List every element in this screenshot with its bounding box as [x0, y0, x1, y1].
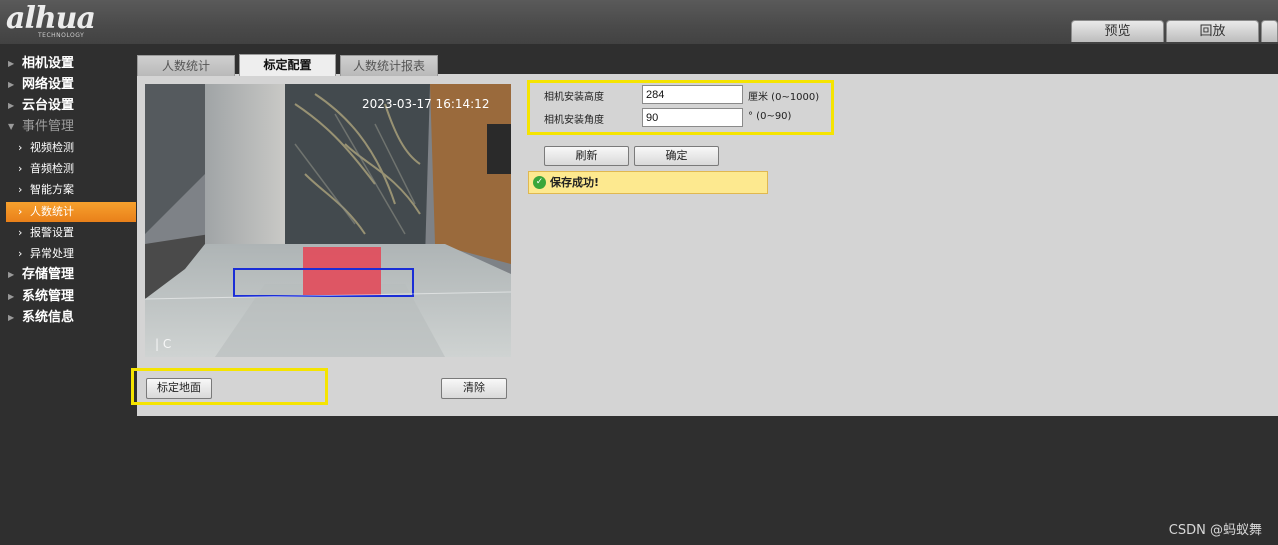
- calibrate-ground-button[interactable]: 标定地面: [146, 378, 212, 399]
- svg-text:| C: | C: [155, 337, 171, 351]
- camera-scene-image: 2023-03-17 16:14:12 | C: [145, 84, 511, 357]
- sidebar-item-exception-handling[interactable]: › 异常处理: [0, 244, 137, 264]
- triangle-right-icon: ▶: [8, 80, 15, 89]
- sidebar-item-alarm-settings[interactable]: › 报警设置: [0, 223, 137, 243]
- sidebar-item-label: 智能方案: [30, 183, 74, 196]
- tab-playback[interactable]: 回放: [1166, 20, 1259, 42]
- triangle-down-icon: ▼: [8, 122, 15, 131]
- angle-unit: ° (0~90): [748, 111, 792, 122]
- sidebar-item-label: 异常处理: [30, 247, 74, 260]
- sidebar-item-event-management[interactable]: ▼ 事件管理: [0, 117, 137, 137]
- refresh-button[interactable]: 刷新: [544, 146, 629, 166]
- sidebar-item-label: 人数统计: [30, 205, 74, 218]
- angle-label: 相机安装角度: [544, 115, 604, 126]
- sidebar-item-system-management[interactable]: ▶ 系统管理: [0, 287, 137, 307]
- sidebar-item-label: 云台设置: [22, 98, 75, 113]
- sidebar-item-label: 系统管理: [22, 289, 75, 304]
- angle-input[interactable]: [642, 108, 743, 127]
- chevron-right-icon: ›: [18, 247, 23, 260]
- triangle-right-icon: ▶: [8, 270, 15, 279]
- watermark: CSDN @蚂蚁舞: [1168, 523, 1262, 538]
- video-preview[interactable]: 2023-03-17 16:14:12 | C: [145, 84, 511, 357]
- sidebar-item-camera-settings[interactable]: ▶ 相机设置: [0, 54, 137, 74]
- triangle-right-icon: ▶: [8, 101, 15, 110]
- height-input[interactable]: [642, 85, 743, 104]
- checkmark-icon: ✓: [533, 176, 546, 189]
- clear-button[interactable]: 清除: [441, 378, 507, 399]
- sidebar-item-label: 事件管理: [22, 119, 75, 134]
- sidebar-item-network-settings[interactable]: ▶ 网络设置: [0, 75, 137, 95]
- triangle-right-icon: ▶: [8, 59, 15, 68]
- tab-people-counting-report[interactable]: 人数统计报表: [340, 55, 438, 76]
- chevron-right-icon: ›: [18, 205, 23, 218]
- success-toast: ✓ 保存成功!: [528, 171, 768, 194]
- chevron-right-icon: ›: [18, 183, 23, 196]
- sidebar-item-label: 相机设置: [22, 56, 75, 71]
- triangle-right-icon: ▶: [8, 313, 15, 322]
- height-unit: 厘米 (0~1000): [748, 92, 820, 103]
- logo-subtext: TECHNOLOGY: [38, 32, 85, 39]
- chevron-right-icon: ›: [18, 226, 23, 239]
- tab-more[interactable]: [1261, 20, 1278, 42]
- toast-message: 保存成功!: [550, 176, 600, 189]
- height-label: 相机安装高度: [544, 92, 604, 103]
- sidebar-item-people-counting[interactable]: › 人数统计: [6, 202, 136, 222]
- sidebar-item-storage-management[interactable]: ▶ 存储管理: [0, 265, 137, 285]
- logo-text: alhua: [6, 1, 96, 36]
- sidebar-item-label: 报警设置: [30, 226, 74, 239]
- tab-calibration-config[interactable]: 标定配置: [239, 54, 336, 76]
- tab-people-counting[interactable]: 人数统计: [137, 55, 235, 76]
- video-timestamp: 2023-03-17 16:14:12: [362, 97, 489, 111]
- sidebar-item-label: 视频检测: [30, 141, 74, 154]
- triangle-right-icon: ▶: [8, 292, 15, 301]
- sidebar-item-label: 网络设置: [22, 77, 75, 92]
- sidebar-item-audio-detection[interactable]: › 音频检测: [0, 159, 137, 179]
- sidebar-item-label: 系统信息: [22, 310, 75, 325]
- sidebar-item-label: 存储管理: [22, 267, 75, 282]
- confirm-button[interactable]: 确定: [634, 146, 719, 166]
- sidebar-item-system-info[interactable]: ▶ 系统信息: [0, 308, 137, 328]
- tab-preview[interactable]: 预览: [1071, 20, 1164, 42]
- sidebar-item-ptz-settings[interactable]: ▶ 云台设置: [0, 96, 137, 116]
- sidebar-item-video-detection[interactable]: › 视频检测: [0, 138, 137, 158]
- chevron-right-icon: ›: [18, 162, 23, 175]
- top-header: alhua TECHNOLOGY 预览 回放: [0, 0, 1278, 44]
- sidebar-item-smart-plan[interactable]: › 智能方案: [0, 180, 137, 200]
- chevron-right-icon: ›: [18, 141, 23, 154]
- sidebar-item-label: 音频检测: [30, 162, 74, 175]
